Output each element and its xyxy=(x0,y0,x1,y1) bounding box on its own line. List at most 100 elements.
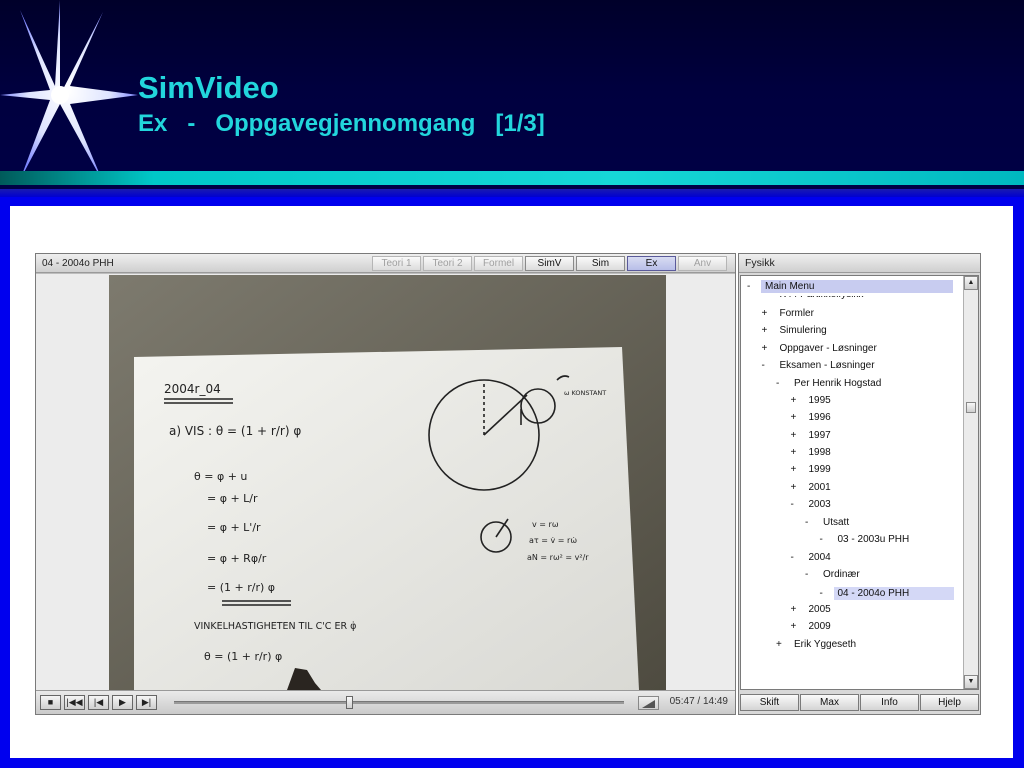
tree-item-label: Formler xyxy=(779,308,814,319)
board-heading: 2004r_04 xyxy=(164,382,221,396)
tree-item-label: 2004 xyxy=(808,552,831,563)
tree-item[interactable]: +2005 xyxy=(791,604,835,620)
collapse-icon[interactable]: - xyxy=(820,534,834,545)
max-button[interactable]: Max xyxy=(800,694,859,711)
tree-item-label: 1998 xyxy=(808,447,831,458)
player-controls: ■ |◀◀ |◀ ▶ ▶| 05:47 / 14:49 xyxy=(36,690,735,714)
board-step-1: θ = φ + u xyxy=(194,470,247,483)
tree-item[interactable]: +2001 xyxy=(791,482,835,498)
scroll-thumb[interactable] xyxy=(966,402,976,413)
time-display: 05:47 / 14:49 xyxy=(669,696,728,707)
tree-item[interactable]: - Main Menu xyxy=(747,280,953,296)
tree-item-label: Main Menu xyxy=(761,280,953,293)
video-area: 2004r_04 a) VIS : θ = (1 + r/r) φ θ = φ … xyxy=(36,274,735,690)
hjelp-button[interactable]: Hjelp xyxy=(920,694,979,711)
tree-item[interactable]: -03 - 2003u PHH xyxy=(820,534,914,550)
expand-icon[interactable]: + xyxy=(776,639,790,650)
expand-icon[interactable]: + xyxy=(791,447,805,458)
stop-icon: ■ xyxy=(47,697,54,707)
collapse-icon[interactable]: - xyxy=(791,499,805,510)
expand-icon[interactable]: + xyxy=(762,343,776,354)
info-button[interactable]: Info xyxy=(860,694,919,711)
board-step-3: = φ + L'/r xyxy=(207,521,261,534)
expand-icon[interactable]: + xyxy=(791,395,805,406)
tree-item[interactable]: + Oppgaver - Løsninger xyxy=(762,343,881,359)
tree-item[interactable]: - Utsatt xyxy=(805,517,853,533)
tree-item-label: 2001 xyxy=(808,482,831,493)
tree-item[interactable]: -04 - 2004o PHH xyxy=(820,587,954,603)
tree-item[interactable]: + Formler xyxy=(762,308,818,324)
scroll-down-arrow-icon[interactable]: ▼ xyxy=(964,675,978,689)
expand-icon[interactable]: + xyxy=(791,482,805,493)
tab-anv[interactable]: Anv xyxy=(678,256,727,271)
tab-formel[interactable]: Formel xyxy=(474,256,523,271)
expand-icon[interactable]: + xyxy=(791,604,805,615)
collapse-icon[interactable]: - xyxy=(762,360,776,371)
step-back-icon: |◀ xyxy=(93,697,104,707)
expand-icon[interactable]: + xyxy=(762,308,776,319)
video-frame[interactable]: 2004r_04 a) VIS : θ = (1 + r/r) φ θ = φ … xyxy=(109,275,666,690)
board-line1: a) VIS : θ = (1 + r/r) φ xyxy=(169,424,301,438)
skip-end-button[interactable]: ▶| xyxy=(136,695,157,710)
tree-item[interactable]: + Erik Yggeseth xyxy=(776,639,860,655)
tree-item-label: 03 - 2003u PHH xyxy=(837,534,910,545)
tab-sim[interactable]: Sim xyxy=(576,256,625,271)
play-button[interactable]: ▶ xyxy=(112,695,133,710)
stop-button[interactable]: ■ xyxy=(40,695,61,710)
tree-item[interactable]: +1998 xyxy=(791,447,835,463)
expand-icon[interactable]: + xyxy=(762,325,776,336)
tree-item-label: 2003 xyxy=(808,499,831,510)
side-panel: Fysikk ▲ ▼ - Main Menu + K44 Partikkelfysik… xyxy=(738,253,981,715)
tree-item-label: 1999 xyxy=(808,464,831,475)
tree-item[interactable]: + Simulering xyxy=(762,325,831,341)
tree-item-label: 1995 xyxy=(808,395,831,406)
tree-item-label: Ordinær xyxy=(823,569,860,580)
collapse-icon[interactable]: - xyxy=(820,588,834,599)
board-eq-right-2: aτ = v̇ = rω̇ xyxy=(529,536,577,545)
collapse-icon[interactable]: - xyxy=(805,569,819,580)
tree-item[interactable]: +2009 xyxy=(791,621,835,637)
board-step-4: = φ + Rφ/r xyxy=(207,552,267,565)
tree-item-label: 2005 xyxy=(808,604,831,615)
expand-icon[interactable]: + xyxy=(791,412,805,423)
seek-thumb[interactable] xyxy=(346,696,353,709)
seek-bar[interactable] xyxy=(174,696,624,709)
tree-item-label: Erik Yggeseth xyxy=(794,639,857,650)
tree-item[interactable]: - Per Henrik Hogstad xyxy=(776,378,885,394)
expand-icon[interactable]: + xyxy=(791,621,805,632)
expand-icon[interactable]: + xyxy=(791,464,805,475)
tree-scrollbar[interactable]: ▲ ▼ xyxy=(963,276,978,689)
collapse-icon[interactable]: - xyxy=(791,552,805,563)
tree-item[interactable]: +1999 xyxy=(791,464,835,480)
tree-item[interactable]: - Eksamen - Løsninger xyxy=(762,360,879,376)
tree-item[interactable]: - Ordinær xyxy=(805,569,864,585)
skift-button[interactable]: Skift xyxy=(740,694,799,711)
tree-item[interactable]: +1997 xyxy=(791,430,835,446)
tab-ex[interactable]: Ex xyxy=(627,256,676,271)
volume-button[interactable] xyxy=(638,696,659,710)
tab-teori-2[interactable]: Teori 2 xyxy=(423,256,472,271)
expand-icon[interactable]: + xyxy=(791,430,805,441)
tree-item[interactable]: -2003 xyxy=(791,499,835,515)
tab-simv[interactable]: SimV xyxy=(525,256,574,271)
side-panel-buttons: Skift Max Info Hjelp xyxy=(740,694,979,713)
rewind-start-button[interactable]: |◀◀ xyxy=(64,695,85,710)
tree-item-label: Oppgaver - Løsninger xyxy=(779,343,877,354)
scroll-up-arrow-icon[interactable]: ▲ xyxy=(964,276,978,290)
tree-item-label: Per Henrik Hogstad xyxy=(794,378,882,389)
whiteboard-video: 2004r_04 a) VIS : θ = (1 + r/r) φ θ = φ … xyxy=(109,275,666,690)
tree-item-label: Eksamen - Løsninger xyxy=(779,360,875,371)
tree-item[interactable]: -2004 xyxy=(791,552,835,568)
tab-teori-1[interactable]: Teori 1 xyxy=(372,256,421,271)
collapse-icon[interactable]: - xyxy=(805,517,819,528)
collapse-icon[interactable]: - xyxy=(776,378,790,389)
tree-item[interactable]: +1996 xyxy=(791,412,835,428)
board-final: θ = (1 + r/r) φ xyxy=(204,650,282,663)
step-back-button[interactable]: |◀ xyxy=(88,695,109,710)
decorative-band xyxy=(0,171,1024,185)
tree-item-label: Simulering xyxy=(779,325,827,336)
star-logo-icon xyxy=(0,0,138,182)
tree-item[interactable]: +1995 xyxy=(791,395,835,411)
collapse-icon[interactable]: - xyxy=(747,281,761,292)
side-panel-title: Fysikk xyxy=(739,254,980,273)
